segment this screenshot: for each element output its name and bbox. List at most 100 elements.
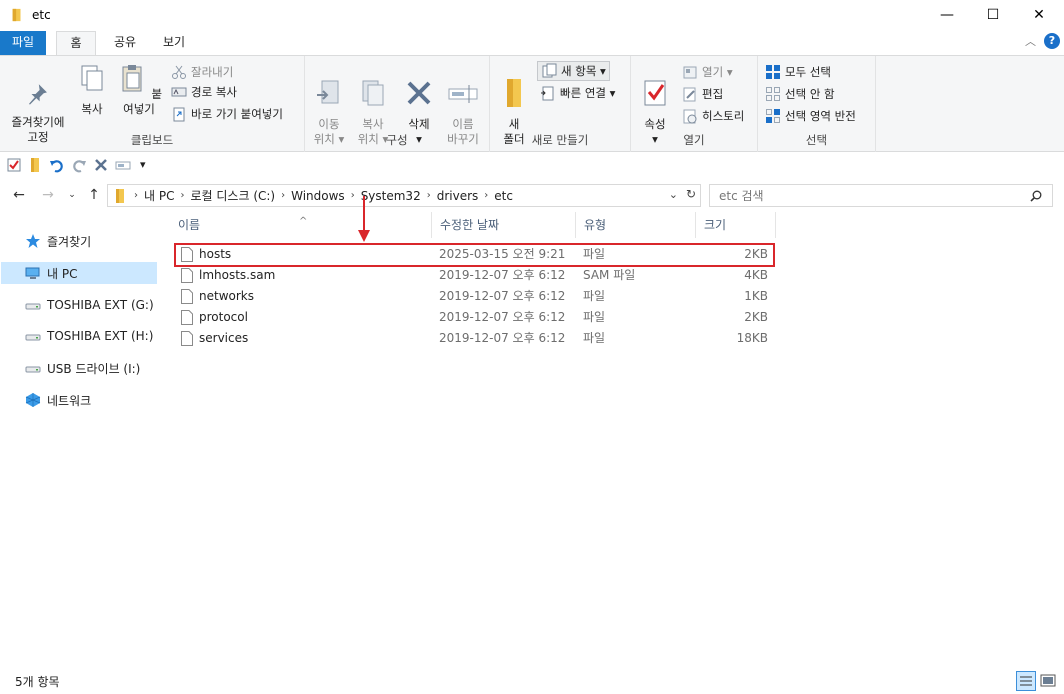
paste-button[interactable]: 붙여넣기 xyxy=(114,60,164,117)
details-view-icon[interactable] xyxy=(1016,671,1036,691)
breadcrumb-local-disk[interactable]: 로컬 디스크 (C:) xyxy=(190,187,275,204)
column-header-date[interactable]: 수정한 날짜 xyxy=(432,212,576,238)
group-label-select: 선택 xyxy=(805,133,828,147)
group-select: 모두 선택 선택 안 함 선택 영역 반전 선택 xyxy=(758,56,876,152)
path-icon xyxy=(171,87,187,97)
open-button[interactable]: 열기 ▾ xyxy=(682,62,733,82)
easy-access-button[interactable]: 빠른 연결 ▾ xyxy=(540,83,615,103)
breadcrumb-windows[interactable]: Windows xyxy=(291,189,345,203)
invert-selection-button[interactable]: 선택 영역 반전 xyxy=(765,106,856,126)
copy-button[interactable]: 복사 xyxy=(74,60,110,117)
nav-item-this-pc[interactable]: 내 PC xyxy=(1,262,157,284)
help-icon[interactable]: ? xyxy=(1044,33,1060,49)
easy-access-icon xyxy=(541,86,554,101)
search-icon[interactable] xyxy=(1030,190,1042,202)
folder-icon xyxy=(116,188,124,203)
file-icon xyxy=(181,331,193,346)
nav-item-usb-drive[interactable]: USB 드라이브 (I:) xyxy=(1,357,157,379)
table-row[interactable]: services 2019-12-07 오후 6:12 파일 18KB xyxy=(170,328,774,349)
select-none-icon xyxy=(766,87,780,101)
address-dropdown-icon[interactable]: ⌄ xyxy=(669,188,678,201)
file-icon xyxy=(181,268,193,283)
nav-item-toshiba-g[interactable]: TOSHIBA EXT (G:) xyxy=(1,294,157,316)
group-label-new: 새로 만들기 xyxy=(531,133,589,147)
network-icon xyxy=(25,393,41,407)
tab-share[interactable]: 공유 xyxy=(105,31,145,55)
history-button[interactable]: 히스토리 xyxy=(682,106,744,126)
usb-drive-icon xyxy=(25,366,41,373)
title-bar: etc — ☐ ✕ xyxy=(0,0,1064,32)
copy-path-button[interactable]: 경로 복사 xyxy=(171,82,237,102)
breadcrumb-this-pc[interactable]: 내 PC xyxy=(144,187,174,204)
breadcrumb-separator[interactable]: › xyxy=(180,190,184,201)
file-icon xyxy=(181,310,193,325)
table-row[interactable]: networks 2019-12-07 오후 6:12 파일 1KB xyxy=(170,286,774,307)
window-title: etc xyxy=(32,8,51,22)
breadcrumb-drivers[interactable]: drivers xyxy=(437,189,479,203)
column-header-size[interactable]: 크기 xyxy=(696,212,776,238)
undo-icon[interactable] xyxy=(49,157,65,173)
nav-item-toshiba-h[interactable]: TOSHIBA EXT (H:) xyxy=(1,325,157,347)
customize-toolbar-icon[interactable]: ▾ xyxy=(140,157,156,173)
redo-icon[interactable] xyxy=(71,157,87,173)
edit-icon xyxy=(683,87,696,102)
highlight-annotation-box xyxy=(174,243,775,267)
file-size: 18KB xyxy=(736,331,768,345)
refresh-icon[interactable]: ↻ xyxy=(686,187,696,201)
breadcrumb-separator[interactable]: › xyxy=(281,190,285,201)
address-row: ← → ⌄ ↑ › 내 PC › 로컬 디스크 (C:) › Windows › Sy… xyxy=(0,181,1064,209)
paste-shortcut-icon xyxy=(173,107,185,122)
new-folder-icon[interactable] xyxy=(27,157,43,173)
column-header-type[interactable]: 유형 xyxy=(576,212,696,238)
group-organize: 이동 위치 ▾ 복사 위치 ▾ 삭제 ▾ 이름 바꾸기 구성 xyxy=(305,56,490,152)
breadcrumb-separator[interactable]: › xyxy=(351,190,355,201)
drive-icon xyxy=(25,303,41,310)
large-icons-view-icon[interactable] xyxy=(1038,671,1058,691)
search-input[interactable] xyxy=(719,188,1019,203)
tab-home[interactable]: 홈 xyxy=(56,31,96,56)
table-row[interactable]: protocol 2019-12-07 오후 6:12 파일 2KB xyxy=(170,307,774,328)
invert-selection-icon xyxy=(766,109,780,123)
column-header-name[interactable]: 이름 ^ xyxy=(170,212,432,238)
breadcrumb-separator[interactable]: › xyxy=(427,190,431,201)
edit-button[interactable]: 편집 xyxy=(682,84,723,104)
file-name: services xyxy=(199,331,249,345)
maximize-button[interactable]: ☐ xyxy=(970,0,1016,30)
properties-icon xyxy=(644,80,666,106)
forward-icon[interactable]: → xyxy=(40,187,56,203)
close-button[interactable]: ✕ xyxy=(1016,0,1062,30)
rename-icon[interactable] xyxy=(115,157,131,173)
select-none-button[interactable]: 선택 안 함 xyxy=(765,84,835,104)
breadcrumb-separator[interactable]: › xyxy=(484,190,488,201)
back-icon[interactable]: ← xyxy=(11,187,27,203)
file-date: 2019-12-07 오후 6:12 xyxy=(439,289,566,303)
breadcrumb-etc[interactable]: etc xyxy=(494,189,513,203)
file-date: 2019-12-07 오후 6:12 xyxy=(439,310,566,324)
address-bar[interactable]: › 내 PC › 로컬 디스크 (C:) › Windows › System32 › … xyxy=(107,184,701,207)
tab-view[interactable]: 보기 xyxy=(154,31,194,55)
select-all-button[interactable]: 모두 선택 xyxy=(765,62,831,82)
new-item-icon xyxy=(542,63,557,78)
computer-icon xyxy=(25,267,40,279)
minimize-button[interactable]: — xyxy=(924,0,970,30)
tab-file[interactable]: 파일 xyxy=(0,31,46,55)
cut-button[interactable]: 잘라내기 xyxy=(171,62,233,82)
file-size: 4KB xyxy=(744,268,768,282)
properties-icon[interactable] xyxy=(6,157,22,173)
nav-item-quick-access[interactable]: 즐겨찾기 xyxy=(1,230,157,252)
recent-locations-icon[interactable]: ⌄ xyxy=(64,187,80,203)
new-item-button[interactable]: 새 항목 ▾ xyxy=(537,61,610,81)
new-folder-icon xyxy=(507,79,521,107)
collapse-ribbon-icon[interactable]: ︿ xyxy=(1025,33,1036,49)
table-row[interactable]: lmhosts.sam 2019-12-07 오후 6:12 SAM 파일 4K… xyxy=(170,265,774,286)
up-icon[interactable]: ↑ xyxy=(86,187,102,203)
file-date: 2019-12-07 오후 6:12 xyxy=(439,268,566,282)
group-open: 속성 ▾ 열기 ▾ 편집 히스토리 열기 xyxy=(631,56,758,152)
paste-shortcut-button[interactable]: 바로 가기 붙여넣기 xyxy=(171,104,283,124)
nav-item-network[interactable]: 네트워크 xyxy=(1,389,157,411)
file-type: SAM 파일 xyxy=(583,268,636,282)
delete-icon[interactable] xyxy=(93,157,109,173)
file-name: protocol xyxy=(199,310,248,324)
search-box[interactable] xyxy=(709,184,1053,207)
item-count: 5개 항목 xyxy=(15,675,60,689)
